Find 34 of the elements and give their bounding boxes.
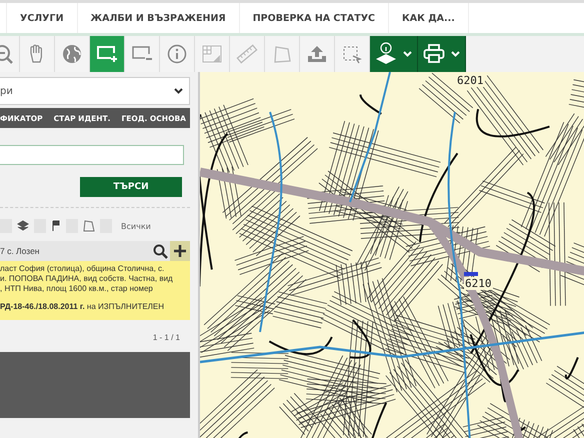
caret-icon — [451, 51, 460, 57]
layer-info-tool-button[interactable] — [370, 36, 418, 72]
polygon-icon — [83, 220, 95, 232]
zoom-out-tool-button[interactable] — [0, 36, 20, 72]
layers-info-icon — [375, 42, 397, 66]
info-icon — [166, 44, 188, 64]
caret-icon — [403, 51, 412, 57]
zoom-out-icon — [0, 44, 14, 64]
plus-icon — [173, 244, 187, 258]
nav-item[interactable]: КАК ДА... — [388, 3, 469, 33]
result-description: ласт София (столица), община Столична, с. и. ПОПОВА ПАДИНА, вид собств. Частна, вид , НТП Нива, площ 1600 кв.м., стар номер — [0, 261, 190, 302]
parcel-number-label: 6201 — [456, 74, 484, 87]
all-filter-label: Всички — [121, 222, 151, 230]
rect-plus-icon — [96, 44, 118, 64]
flag-icon — [51, 220, 61, 232]
globe-icon — [61, 44, 83, 64]
printer-icon — [423, 44, 445, 64]
category-dropdown[interactable]: ри — [0, 77, 190, 105]
search-input-field[interactable] — [0, 145, 184, 165]
grid-ruler-icon — [201, 44, 223, 64]
search-button[interactable]: ТЪРСИ — [80, 177, 182, 197]
add-button[interactable] — [170, 241, 190, 261]
pagination-label: 1 - 1 / 1 — [152, 333, 180, 342]
layers-icon — [17, 220, 29, 232]
ruler-icon — [236, 44, 258, 64]
parcel-number-label: 6210 — [464, 277, 492, 290]
result-title: 7 с. Лозен — [0, 246, 40, 256]
result-note: РД-18-46./18.08.2011 г. на ИЗПЪЛНИТЕЛЕН — [0, 302, 190, 320]
upload-icon — [306, 44, 328, 64]
search-icon — [152, 244, 168, 258]
rect-plus-tool-button[interactable] — [90, 36, 125, 72]
print-tool-button[interactable] — [418, 36, 466, 72]
chevron-down-icon — [174, 88, 183, 94]
select-icon — [341, 44, 363, 64]
